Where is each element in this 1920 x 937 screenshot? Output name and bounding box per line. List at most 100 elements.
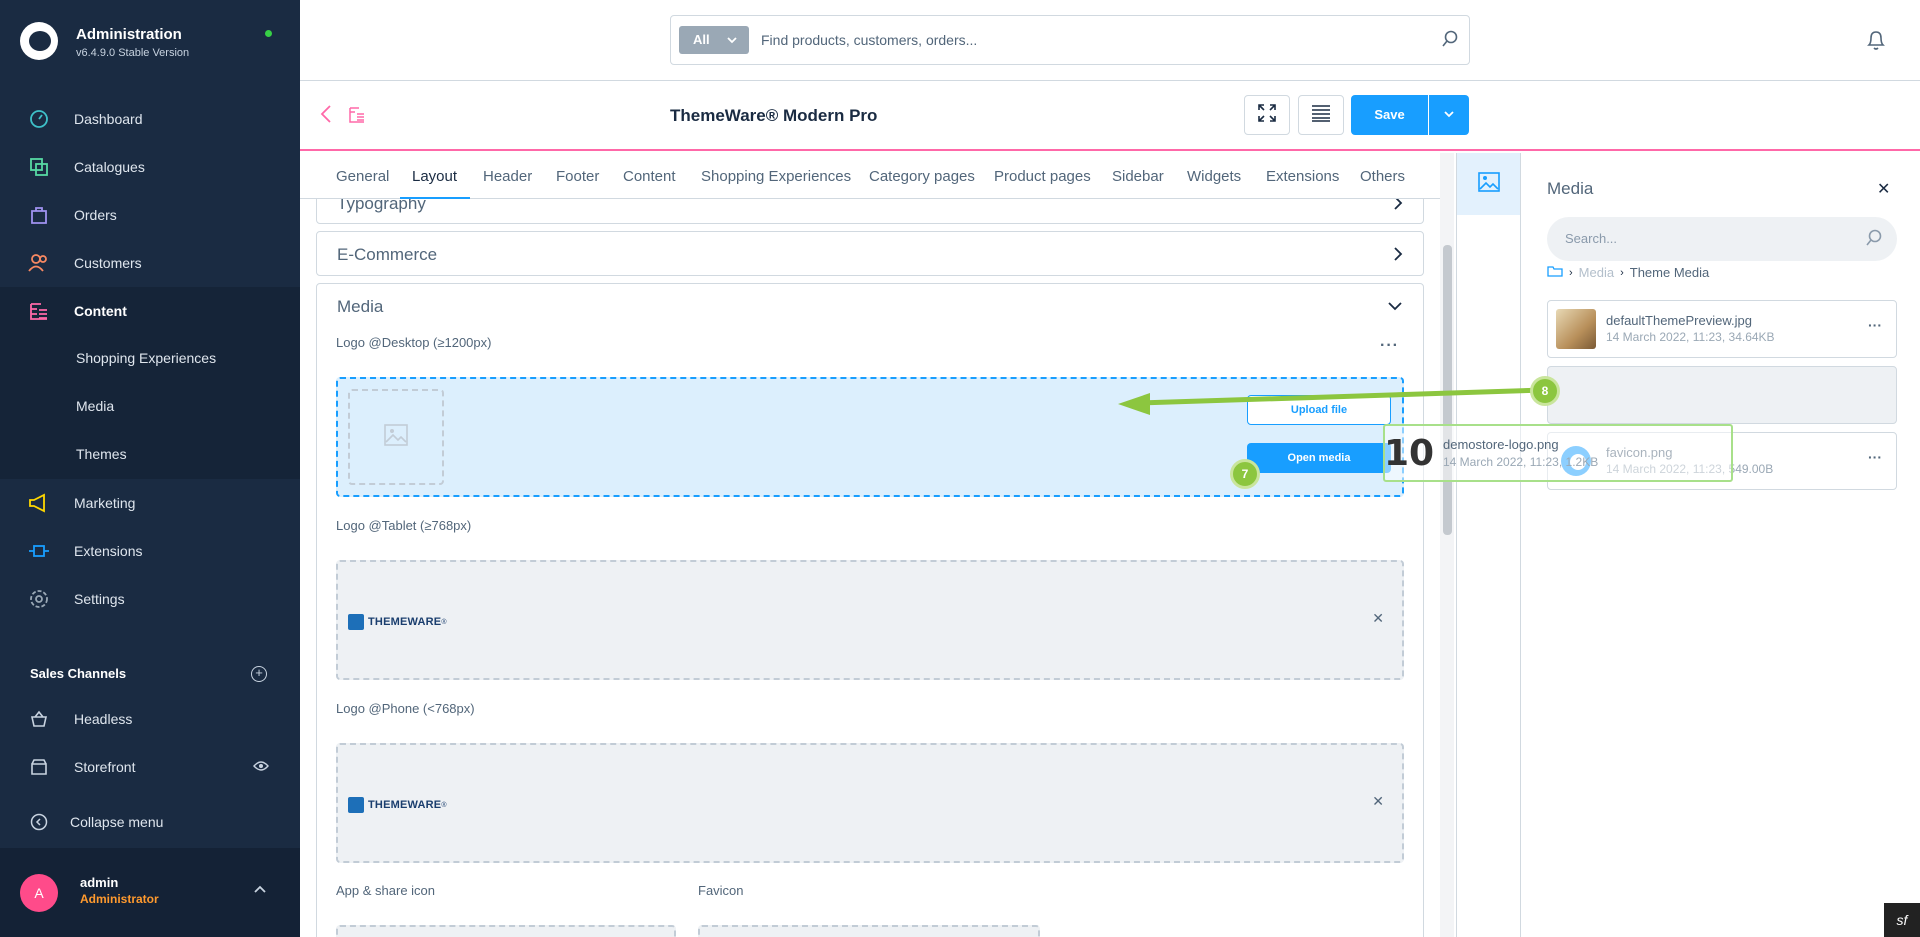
breadcrumb: › Media › Theme Media	[1547, 265, 1709, 280]
sales-channel-headless[interactable]: Headless	[0, 695, 300, 743]
more-options-icon[interactable]: ···	[1868, 317, 1882, 333]
tab-general[interactable]: General	[336, 168, 389, 185]
smart-bar: ThemeWare® Modern Pro Save	[300, 82, 1920, 151]
sales-channel-label: Storefront	[74, 759, 136, 775]
fullscreen-button[interactable]	[1244, 95, 1290, 135]
remove-icon[interactable]: ✕	[1372, 610, 1384, 627]
marketing-icon	[28, 492, 50, 514]
save-button[interactable]: Save	[1351, 95, 1428, 135]
nav-item-content[interactable]: Content	[0, 287, 300, 335]
storefront-icon	[28, 756, 50, 778]
tab-others[interactable]: Others	[1360, 168, 1405, 185]
bell-icon[interactable]	[1865, 28, 1887, 57]
tab-product-pages[interactable]: Product pages	[994, 168, 1091, 185]
media-search-input[interactable]: Search...	[1547, 217, 1897, 261]
more-options-icon[interactable]: ···	[1868, 449, 1882, 465]
basket-icon	[28, 708, 50, 730]
nav-item-marketing[interactable]: Marketing	[0, 479, 300, 527]
top-bar: All Find products, customers, orders...	[300, 0, 1920, 81]
chevron-down-icon[interactable]	[1387, 298, 1403, 316]
chevron-right-icon[interactable]	[1393, 199, 1403, 216]
typography-card[interactable]: Typography	[316, 199, 1424, 224]
tab-header[interactable]: Header	[483, 168, 532, 185]
favicon-dropzone[interactable]	[698, 925, 1040, 937]
tab-widgets[interactable]: Widgets	[1187, 168, 1241, 185]
chevron-right-icon: ›	[1569, 266, 1573, 279]
dragged-file-meta: 14 March 2022, 11:23, 1.2KB	[1443, 455, 1599, 469]
nav-label: Extensions	[74, 543, 143, 559]
themeware-logo-icon	[348, 797, 364, 813]
field-label: Logo @Phone (<768px)	[336, 701, 475, 716]
field-label: Favicon	[698, 883, 744, 898]
user-name: admin	[80, 875, 119, 890]
tab-content[interactable]: Content	[623, 168, 676, 185]
chevron-down-icon	[727, 26, 737, 64]
chevron-up-icon[interactable]	[254, 882, 266, 896]
media-sidebar-tab[interactable]	[1457, 153, 1520, 215]
subnav-themes[interactable]: Themes	[76, 446, 127, 462]
user-menu[interactable]: A admin Administrator	[0, 848, 300, 937]
collapse-label: Collapse menu	[70, 814, 164, 830]
breadcrumb-current: Theme Media	[1629, 265, 1710, 280]
subnav-shopping-experiences[interactable]: Shopping Experiences	[76, 350, 216, 366]
back-arrow-icon[interactable]	[320, 104, 332, 130]
collapse-icon	[28, 811, 50, 833]
add-sales-channel-icon[interactable]: +	[251, 666, 267, 682]
search-type-value: All	[693, 32, 710, 47]
remove-icon[interactable]: ✕	[1372, 793, 1384, 810]
content-scrollbar[interactable]	[1440, 153, 1454, 937]
subnav-media[interactable]: Media	[76, 398, 114, 414]
symfony-toolbar-icon[interactable]: sf	[1884, 903, 1920, 937]
catalogues-icon	[28, 156, 50, 178]
chevron-right-icon[interactable]	[1393, 246, 1403, 267]
tab-shopping-experiences[interactable]: Shopping Experiences	[701, 168, 851, 185]
more-options-icon[interactable]: ···	[1380, 337, 1399, 355]
nav-item-dashboard[interactable]: Dashboard	[0, 95, 300, 143]
main-sidebar: Administration v6.4.9.0 Stable Version D…	[0, 0, 300, 937]
collapse-menu[interactable]: Collapse menu	[0, 798, 300, 846]
logo-reg: ®	[441, 618, 447, 626]
nav-item-extensions[interactable]: Extensions	[0, 527, 300, 575]
search-type-select[interactable]: All	[679, 26, 749, 54]
folder-icon[interactable]	[1547, 265, 1563, 280]
media-item-placeholder	[1547, 366, 1897, 424]
ecommerce-card[interactable]: E-Commerce	[316, 231, 1424, 276]
nav-item-orders[interactable]: Orders	[0, 191, 300, 239]
close-icon[interactable]: ✕	[1877, 179, 1890, 199]
nav-label: Customers	[74, 255, 142, 271]
search-input[interactable]: Find products, customers, orders...	[761, 32, 977, 48]
sales-channel-storefront[interactable]: Storefront	[0, 743, 300, 791]
open-media-button[interactable]: Open media	[1247, 443, 1391, 473]
tab-footer[interactable]: Footer	[556, 168, 599, 185]
media-item[interactable]: defaultThemePreview.jpg 14 March 2022, 1…	[1547, 300, 1897, 358]
tab-sidebar[interactable]: Sidebar	[1112, 168, 1164, 185]
breadcrumb-root[interactable]: Media	[1579, 265, 1614, 280]
search-icon[interactable]	[1441, 30, 1459, 53]
eye-icon[interactable]	[253, 759, 269, 777]
search-icon[interactable]	[1865, 229, 1883, 252]
media-item-name: defaultThemePreview.jpg	[1606, 313, 1752, 328]
logo-tablet-dropzone[interactable]: THEMEWARE ® ✕	[336, 560, 1404, 680]
step-badge: 7	[1230, 459, 1260, 489]
tab-layout[interactable]: Layout	[412, 168, 457, 185]
app-version: v6.4.9.0 Stable Version	[76, 47, 190, 59]
chevron-right-icon: ›	[1620, 266, 1624, 279]
logo-phone-dropzone[interactable]: THEMEWARE ® ✕	[336, 743, 1404, 863]
search-placeholder: Search...	[1565, 231, 1618, 246]
nav-label: Dashboard	[74, 111, 143, 127]
shopware-logo-icon	[20, 22, 58, 60]
nav-item-customers[interactable]: Customers	[0, 239, 300, 287]
nav-label: Orders	[74, 207, 117, 223]
list-view-button[interactable]	[1298, 95, 1344, 135]
tab-extensions[interactable]: Extensions	[1266, 168, 1339, 185]
media-panel-title: Media	[1547, 179, 1594, 198]
brand[interactable]: Administration v6.4.9.0 Stable Version	[20, 22, 280, 72]
tab-category-pages[interactable]: Category pages	[869, 168, 975, 185]
field-label: Logo @Tablet (≥768px)	[336, 518, 472, 533]
nav-item-settings[interactable]: Settings	[0, 575, 300, 623]
app-icon-dropzone[interactable]	[336, 925, 676, 937]
nav-item-catalogues[interactable]: Catalogues	[0, 143, 300, 191]
content-module-icon	[348, 106, 366, 129]
save-options-button[interactable]	[1429, 95, 1469, 135]
global-search[interactable]: All Find products, customers, orders...	[670, 15, 1470, 65]
